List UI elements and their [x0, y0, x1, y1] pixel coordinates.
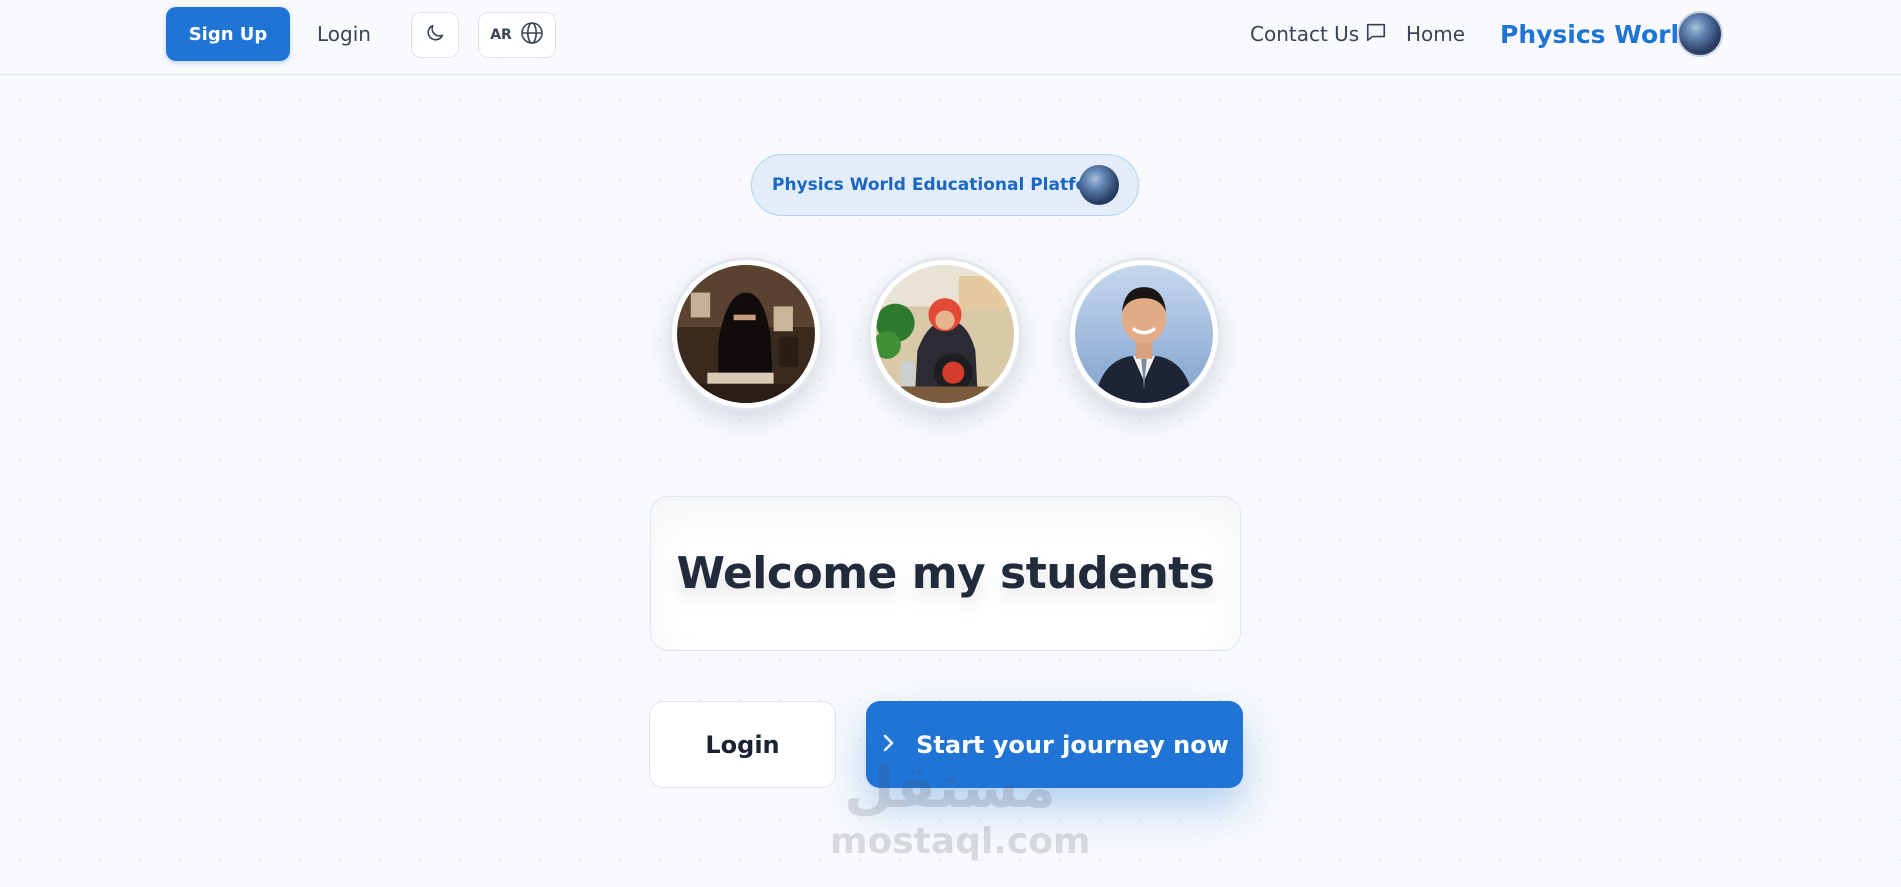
- brand-name[interactable]: Physics World: [1500, 7, 1697, 61]
- moon-icon: [424, 22, 446, 48]
- globe-icon: [520, 21, 544, 49]
- start-journey-label: Start your journey now: [916, 730, 1229, 759]
- top-navigation-bar: Sign Up Login AR Contact Us Home Physics…: [0, 0, 1901, 75]
- chevron-right-icon: [880, 731, 896, 759]
- brand-logo[interactable]: [1677, 11, 1723, 57]
- login-button[interactable]: Login: [649, 701, 836, 788]
- home-link[interactable]: Home: [1406, 7, 1465, 61]
- teacher-photo: [669, 257, 823, 411]
- theme-toggle-button[interactable]: [411, 12, 459, 58]
- welcome-card: Welcome my students: [650, 496, 1241, 651]
- welcome-heading: Welcome my students: [676, 548, 1216, 599]
- nav-login-link[interactable]: Login: [304, 7, 384, 61]
- platform-badge-text: Physics World Educational Platform: [772, 175, 1114, 195]
- language-code: AR: [490, 27, 512, 43]
- contact-us-label: Contact Us: [1250, 22, 1360, 46]
- chat-icon: [1365, 21, 1387, 48]
- platform-logo: [1079, 165, 1119, 205]
- teacher-photo: [868, 257, 1022, 411]
- contact-us-link[interactable]: Contact Us: [1250, 7, 1387, 61]
- platform-badge: Physics World Educational Platform: [751, 154, 1139, 216]
- start-journey-button[interactable]: Start your journey now: [866, 701, 1243, 788]
- teacher-photo: [1067, 257, 1221, 411]
- signup-button[interactable]: Sign Up: [166, 7, 290, 61]
- language-toggle-button[interactable]: AR: [478, 12, 556, 58]
- watermark-latin: mostaql.com: [830, 821, 1091, 862]
